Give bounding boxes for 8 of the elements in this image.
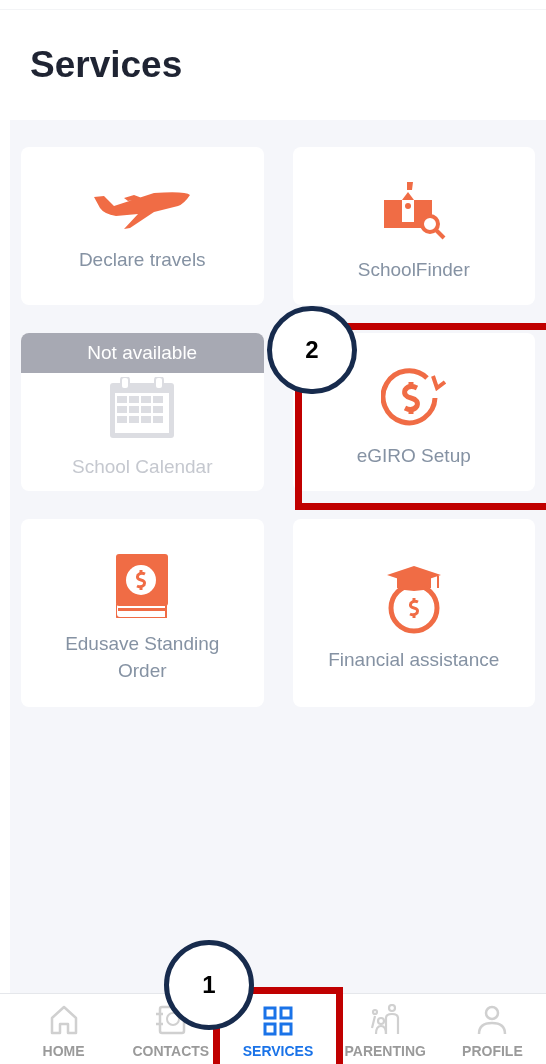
service-label: Edusave Standing Order — [64, 632, 221, 683]
service-label: eGIRO Setup — [356, 443, 471, 468]
service-label: Financial assistance — [328, 647, 500, 672]
service-label: School Calendar — [72, 454, 213, 479]
not-available-banner: Not available — [21, 333, 264, 373]
page-title: Services — [30, 43, 183, 88]
service-label: Declare travels — [78, 247, 206, 272]
service-label: SchoolFinder — [357, 257, 470, 282]
